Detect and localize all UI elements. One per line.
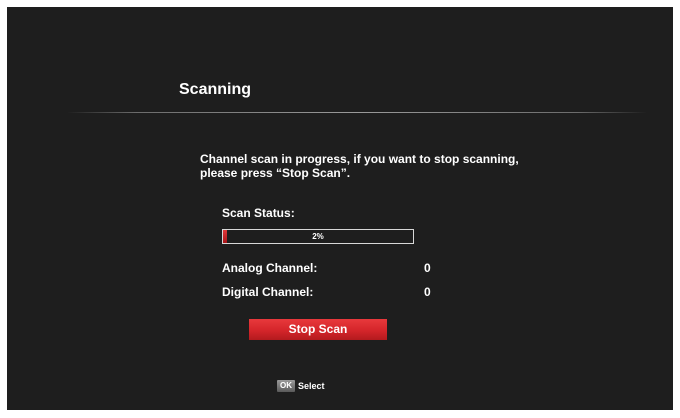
scan-screen: Scanning Channel scan in progress, if yo… — [7, 7, 673, 410]
select-hint-label: Select — [298, 381, 325, 391]
footer-hint: OK Select — [277, 379, 325, 393]
scan-progress-text: 2% — [312, 232, 324, 241]
analog-channel-count: 0 — [424, 261, 431, 275]
stop-scan-button[interactable]: Stop Scan — [249, 319, 387, 340]
page-title: Scanning — [179, 81, 252, 98]
analog-channel-label: Analog Channel: — [222, 261, 318, 275]
scan-status-label: Scan Status: — [222, 206, 295, 220]
ok-key-icon: OK — [277, 380, 295, 392]
digital-channel-count: 0 — [424, 285, 431, 299]
digital-channel-label: Digital Channel: — [222, 285, 314, 299]
title-divider — [67, 112, 647, 113]
scan-instructions: Channel scan in progress, if you want to… — [200, 152, 519, 180]
scan-progress-bar: 2% — [222, 229, 414, 244]
